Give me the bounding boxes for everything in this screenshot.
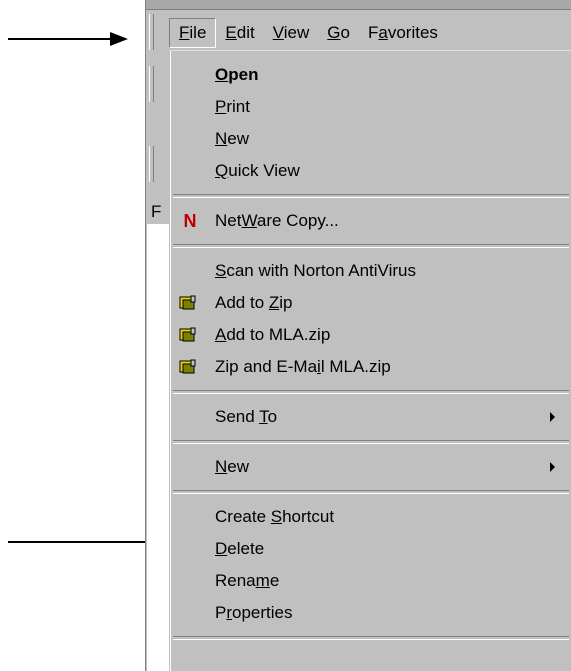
explorer-left-pane bbox=[147, 200, 169, 671]
submenu-arrow-icon bbox=[550, 412, 555, 422]
menu-favorites[interactable]: Favorites bbox=[359, 19, 447, 47]
menu-separator bbox=[173, 194, 569, 198]
menu-item-properties[interactable]: Properties bbox=[171, 597, 571, 629]
menu-separator bbox=[173, 440, 569, 444]
menu-item-send-to[interactable]: Send To bbox=[171, 401, 571, 433]
menu-separator bbox=[173, 636, 569, 640]
submenu-arrow-icon bbox=[550, 462, 555, 472]
toolbar-grip[interactable] bbox=[149, 14, 154, 50]
menu-item-add-to-zip[interactable]: Add to Zip bbox=[171, 287, 571, 319]
menu-item-print[interactable]: Print bbox=[171, 91, 571, 123]
pane-header: F bbox=[147, 200, 169, 224]
menu-separator bbox=[173, 390, 569, 394]
menu-item-create-shortcut[interactable]: Create Shortcut bbox=[171, 501, 571, 533]
menu-view[interactable]: View bbox=[264, 19, 319, 47]
menu-separator bbox=[173, 244, 569, 248]
menu-item-quick-view[interactable]: Quick View bbox=[171, 155, 571, 187]
menu-separator bbox=[173, 490, 569, 494]
winzip-vise-icon bbox=[179, 327, 196, 342]
menu-file[interactable]: File bbox=[169, 18, 217, 48]
menu-bar: File Edit View Go Favorites bbox=[169, 18, 447, 48]
annotation-arrow-icon bbox=[8, 535, 166, 549]
file-menu-dropdown: Open Print New Quick View N NetWare Copy… bbox=[170, 50, 571, 671]
menu-go[interactable]: Go bbox=[318, 19, 359, 47]
toolbar-grip[interactable] bbox=[149, 146, 154, 182]
menu-item-new[interactable]: New bbox=[171, 123, 571, 155]
menu-item-scan-norton[interactable]: Scan with Norton AntiVirus bbox=[171, 255, 571, 287]
winzip-vise-icon bbox=[179, 359, 196, 374]
pane-header-label: F bbox=[151, 202, 162, 221]
window-frame-top bbox=[145, 0, 571, 10]
menu-item-add-to-mla-zip[interactable]: Add to MLA.zip bbox=[171, 319, 571, 351]
window-frame-left bbox=[145, 0, 146, 671]
toolbar-grip[interactable] bbox=[149, 66, 154, 102]
menu-item-netware-copy[interactable]: N NetWare Copy... bbox=[171, 205, 571, 237]
winzip-vise-icon bbox=[179, 295, 196, 310]
explorer-window: F File Edit View Go Favorites Open Print… bbox=[145, 0, 571, 671]
screenshot-stage: F File Edit View Go Favorites Open Print… bbox=[0, 0, 571, 671]
menu-item-open[interactable]: Open bbox=[171, 59, 571, 91]
menu-edit[interactable]: Edit bbox=[216, 19, 263, 47]
menu-item-rename[interactable]: Rename bbox=[171, 565, 571, 597]
menu-item-zip-and-email[interactable]: Zip and E-Mail MLA.zip bbox=[171, 351, 571, 383]
menu-item-new-submenu[interactable]: New bbox=[171, 451, 571, 483]
annotation-arrow-icon bbox=[8, 32, 128, 46]
menu-item-delete[interactable]: Delete bbox=[171, 533, 571, 565]
netware-n-icon: N bbox=[183, 211, 197, 231]
